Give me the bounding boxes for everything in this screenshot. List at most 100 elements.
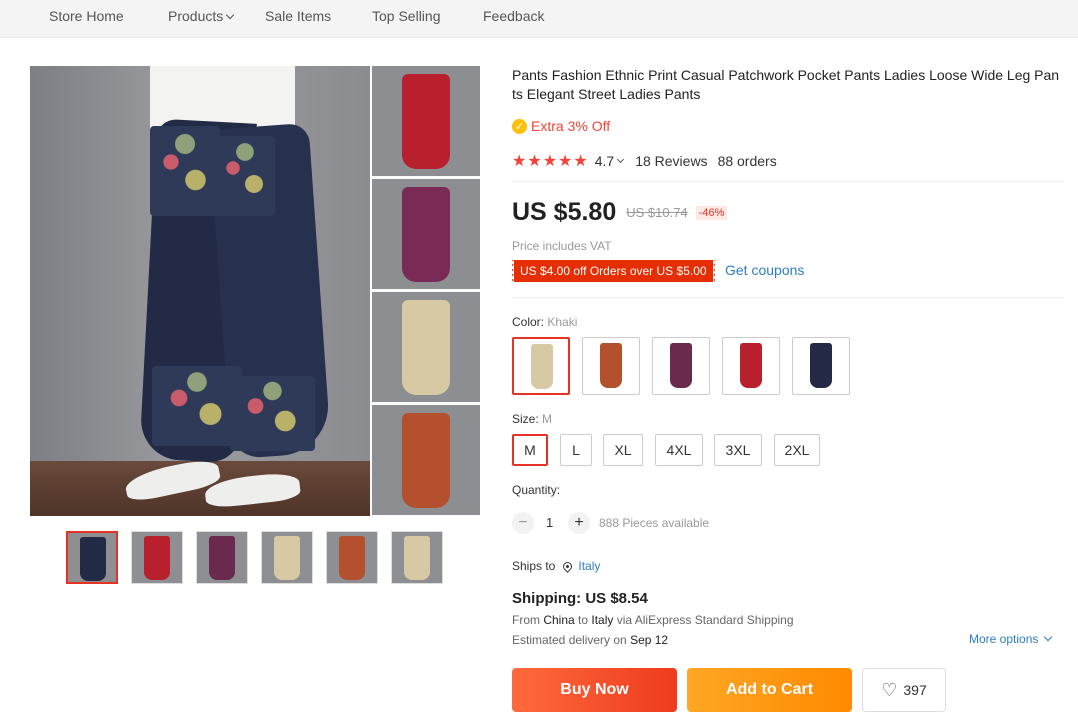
image-print-patch [215, 136, 275, 216]
color-swatch[interactable] [792, 337, 850, 395]
thumbnail[interactable] [261, 531, 313, 584]
thumbnail-pants [209, 536, 235, 580]
side-pants-shape [402, 187, 450, 282]
image-print-patch [230, 376, 315, 451]
color-swatch[interactable] [582, 337, 640, 395]
color-label-text: Color: [512, 315, 548, 329]
chevron-down-icon [1044, 632, 1053, 642]
wishlist-button[interactable]: ♡ 397 [862, 668, 946, 712]
nav-feedback[interactable]: Feedback [483, 8, 544, 24]
divider [512, 297, 1064, 298]
side-photo [372, 405, 480, 515]
side-photo [372, 179, 480, 289]
side-pants-shape [402, 413, 450, 508]
store-nav: Store Home Products Sale Items Top Selli… [0, 0, 1078, 38]
chevron-down-icon [617, 155, 625, 163]
image-print-patch [152, 366, 242, 446]
shipping-cost: Shipping: US $8.54 [512, 590, 648, 607]
image-print-patch [150, 126, 220, 216]
original-price: US $10.74 [626, 205, 688, 220]
nav-products[interactable]: Products [168, 8, 235, 24]
route-from: China [543, 613, 575, 627]
ships-to-label: Ships to [512, 559, 556, 573]
side-pants-shape [402, 300, 450, 395]
color-selected: Khaki [547, 315, 578, 329]
swatch-pants [600, 343, 622, 388]
orders-count: 88 orders [717, 153, 777, 169]
route-to: Italy [591, 613, 614, 627]
thumbnail-pants [80, 537, 106, 581]
estimated-delivery: Estimated delivery on Sep 12 [512, 633, 668, 647]
location-pin-icon [561, 559, 575, 573]
discount-badge: -46% [695, 205, 728, 220]
ships-to: Ships to Italy [512, 559, 600, 573]
swatch-pants [531, 344, 553, 389]
swatch-pants [670, 343, 692, 388]
price-row: US $5.80 US $10.74 -46% [512, 198, 728, 227]
size-option[interactable]: 2XL [774, 434, 820, 466]
divider [512, 181, 1064, 182]
rating-value[interactable]: 4.7 [595, 153, 614, 169]
route-from-prefix: From [512, 613, 544, 627]
thumbnail[interactable] [131, 531, 183, 584]
size-label: Size: M [512, 412, 552, 426]
color-label: Color: Khaki [512, 315, 577, 329]
nav-top-selling[interactable]: Top Selling [372, 8, 441, 24]
size-option[interactable]: M [512, 434, 548, 466]
pieces-available: 888 Pieces available [599, 516, 710, 530]
current-price: US $5.80 [512, 198, 617, 226]
more-options-link[interactable]: More options [969, 632, 1053, 646]
swatch-pants [810, 343, 832, 388]
rating-row: ★★★★★ 4.7 18 Reviews 88 orders [512, 151, 777, 171]
thumbnail[interactable] [66, 531, 118, 584]
thumbnail[interactable] [196, 531, 248, 584]
thumbnail-pants [274, 536, 300, 580]
color-swatch[interactable] [722, 337, 780, 395]
thumbnail[interactable] [326, 531, 378, 584]
coupon-badge: US $4.00 off Orders over US $5.00 [510, 260, 715, 282]
main-product-image[interactable] [30, 66, 480, 516]
thumbnail[interactable] [391, 531, 443, 584]
side-pants-shape [402, 74, 450, 169]
reviews-link[interactable]: 18 Reviews [635, 153, 707, 169]
add-to-cart-button[interactable]: Add to Cart [687, 668, 852, 712]
side-photo [372, 292, 480, 402]
ship-country-link[interactable]: Italy [578, 559, 600, 573]
size-option[interactable]: 3XL [714, 434, 762, 466]
extra-discount-label: Extra 3% Off [531, 118, 611, 134]
thumbnail-pants [339, 536, 365, 580]
star-rating-icon: ★★★★★ [512, 153, 589, 170]
delivery-prefix: Estimated delivery on [512, 633, 631, 647]
buy-now-button[interactable]: Buy Now [512, 668, 677, 712]
size-option[interactable]: L [560, 434, 592, 466]
quantity-decrease-button[interactable]: − [512, 512, 534, 534]
delivery-date: Sep 12 [630, 633, 669, 647]
quantity-label: Quantity: [512, 483, 561, 497]
nav-sale-items[interactable]: Sale Items [265, 8, 331, 24]
route-via: via AliExpress Standard Shipping [613, 613, 794, 627]
chevron-down-icon [226, 10, 235, 20]
color-swatch[interactable] [512, 337, 570, 395]
quantity-increase-button[interactable]: + [568, 512, 590, 534]
image-side-strip [370, 66, 480, 516]
product-title: Pants Fashion Ethnic Print Casual Patchw… [512, 67, 1060, 102]
get-coupons-link[interactable]: Get coupons [725, 262, 804, 278]
size-option[interactable]: 4XL [655, 434, 703, 466]
more-options-label: More options [969, 632, 1039, 646]
quantity-value[interactable]: 1 [546, 515, 553, 530]
size-option[interactable]: XL [603, 434, 643, 466]
wishlist-count: 397 [903, 682, 927, 698]
coin-icon: ✓ [512, 118, 527, 134]
nav-store-home[interactable]: Store Home [49, 8, 124, 24]
route-to-prefix: to [574, 613, 592, 627]
nav-products-label: Products [168, 8, 224, 24]
side-photo [372, 66, 480, 176]
size-label-text: Size: [512, 412, 543, 426]
shipping-route: From China to Italy via AliExpress Stand… [512, 613, 794, 627]
heart-icon: ♡ [881, 679, 898, 700]
swatch-pants [740, 343, 762, 388]
color-swatch[interactable] [652, 337, 710, 395]
size-selected: M [542, 412, 553, 426]
thumbnail-pants [144, 536, 170, 580]
vat-note: Price includes VAT [512, 239, 612, 253]
